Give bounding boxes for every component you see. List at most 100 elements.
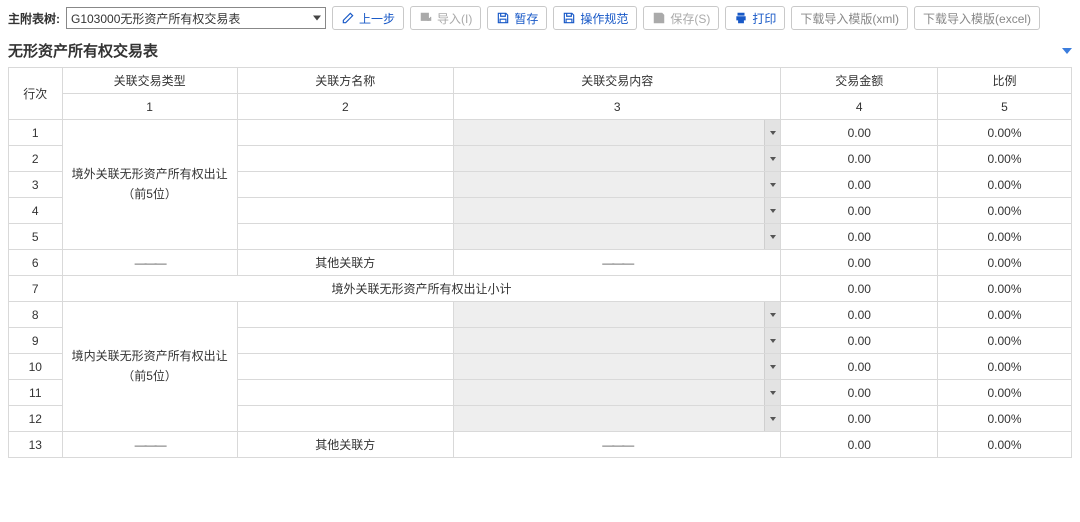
party-cell[interactable] [237, 406, 453, 432]
amount-cell[interactable]: 0.00 [781, 250, 938, 276]
ratio-cell[interactable]: 0.00% [938, 354, 1072, 380]
col-row: 行次 [9, 68, 63, 120]
group-line2: （前5位） [122, 369, 177, 383]
party-cell[interactable] [237, 198, 453, 224]
temp-save-button[interactable]: 暂存 [487, 6, 547, 30]
section-header: 无形资产所有权交易表 [8, 40, 1072, 61]
download-xml-label: 下载导入模版(xml) [800, 10, 899, 27]
content-dropdown[interactable] [453, 302, 781, 328]
content-dropdown[interactable] [453, 328, 781, 354]
ratio-cell[interactable]: 0.00% [938, 432, 1072, 458]
ratio-cell[interactable]: 0.00% [938, 172, 1072, 198]
header-row-1: 行次 关联交易类型 关联方名称 关联交易内容 交易金额 比例 [9, 68, 1072, 94]
header-row-2: 1 2 3 4 5 [9, 94, 1072, 120]
toolbar-label: 主附表树: [8, 10, 60, 27]
row-index: 8 [9, 302, 63, 328]
amount-cell[interactable]: 0.00 [781, 328, 938, 354]
amount-cell[interactable]: 0.00 [781, 224, 938, 250]
table-row: 6 ——— 其他关联方 ——— 0.00 0.00% [9, 250, 1072, 276]
save-icon [562, 11, 576, 25]
prev-step-label: 上一步 [359, 10, 395, 27]
other-party-cell: 其他关联方 [237, 250, 453, 276]
group-outbound: 境外关联无形资产所有权出让 （前5位） [62, 120, 237, 250]
group-line1: 境外关联无形资产所有权出让 [72, 167, 228, 181]
temp-save-label: 暂存 [514, 10, 538, 27]
group-line1: 境内关联无形资产所有权出让 [72, 349, 228, 363]
col-content: 关联交易内容 [453, 68, 781, 94]
ratio-cell[interactable]: 0.00% [938, 380, 1072, 406]
col-party: 关联方名称 [237, 68, 453, 94]
amount-cell[interactable]: 0.00 [781, 120, 938, 146]
content-dropdown[interactable] [453, 354, 781, 380]
ratio-cell[interactable]: 0.00% [938, 250, 1072, 276]
row-index: 1 [9, 120, 63, 146]
form-tree-select[interactable]: G103000无形资产所有权交易表 [66, 7, 326, 29]
row-index: 3 [9, 172, 63, 198]
party-cell[interactable] [237, 120, 453, 146]
col-type: 关联交易类型 [62, 68, 237, 94]
dash-cell: ——— [62, 432, 237, 458]
party-cell[interactable] [237, 172, 453, 198]
amount-cell[interactable]: 0.00 [781, 406, 938, 432]
ratio-cell[interactable]: 0.00% [938, 302, 1072, 328]
chevron-down-icon [764, 172, 780, 197]
prev-step-button[interactable]: 上一步 [332, 6, 404, 30]
col-index-4: 4 [781, 94, 938, 120]
guideline-button[interactable]: 操作规范 [553, 6, 637, 30]
col-index-1: 1 [62, 94, 237, 120]
amount-cell: 0.00 [781, 276, 938, 302]
page-title: 无形资产所有权交易表 [8, 40, 158, 61]
row-index: 12 [9, 406, 63, 432]
row-index: 4 [9, 198, 63, 224]
content-dropdown[interactable] [453, 146, 781, 172]
print-button[interactable]: 打印 [725, 6, 785, 30]
download-xml-button[interactable]: 下载导入模版(xml) [791, 6, 908, 30]
content-dropdown[interactable] [453, 198, 781, 224]
table-row: 8 境内关联无形资产所有权出让 （前5位） 0.00 0.00% [9, 302, 1072, 328]
subtotal-cell: 境外关联无形资产所有权出让小计 [62, 276, 781, 302]
data-table: 行次 关联交易类型 关联方名称 关联交易内容 交易金额 比例 1 2 3 4 5… [8, 67, 1072, 458]
chevron-down-icon [764, 146, 780, 171]
amount-cell[interactable]: 0.00 [781, 146, 938, 172]
row-index: 11 [9, 380, 63, 406]
amount-cell[interactable]: 0.00 [781, 198, 938, 224]
edit-icon [341, 11, 355, 25]
ratio-cell[interactable]: 0.00% [938, 328, 1072, 354]
print-label: 打印 [752, 10, 776, 27]
import-button[interactable]: 导入(I) [410, 6, 481, 30]
collapse-icon[interactable] [1062, 48, 1072, 54]
party-cell[interactable] [237, 354, 453, 380]
chevron-down-icon [764, 328, 780, 353]
ratio-cell: 0.00% [938, 276, 1072, 302]
toolbar: 主附表树: G103000无形资产所有权交易表 上一步 导入(I) 暂存 操作规… [8, 6, 1072, 30]
amount-cell[interactable]: 0.00 [781, 380, 938, 406]
import-icon [419, 11, 433, 25]
amount-cell[interactable]: 0.00 [781, 302, 938, 328]
ratio-cell[interactable]: 0.00% [938, 224, 1072, 250]
download-excel-button[interactable]: 下载导入模版(excel) [914, 6, 1040, 30]
save-button[interactable]: 保存(S) [643, 6, 719, 30]
amount-cell[interactable]: 0.00 [781, 172, 938, 198]
import-label: 导入(I) [437, 10, 472, 27]
content-dropdown[interactable] [453, 224, 781, 250]
chevron-down-icon [764, 302, 780, 327]
col-index-2: 2 [237, 94, 453, 120]
content-dropdown[interactable] [453, 380, 781, 406]
ratio-cell[interactable]: 0.00% [938, 146, 1072, 172]
ratio-cell[interactable]: 0.00% [938, 406, 1072, 432]
ratio-cell[interactable]: 0.00% [938, 120, 1072, 146]
party-cell[interactable] [237, 224, 453, 250]
ratio-cell[interactable]: 0.00% [938, 198, 1072, 224]
party-cell[interactable] [237, 302, 453, 328]
amount-cell[interactable]: 0.00 [781, 432, 938, 458]
party-cell[interactable] [237, 328, 453, 354]
party-cell[interactable] [237, 380, 453, 406]
save-label: 保存(S) [670, 10, 710, 27]
content-dropdown[interactable] [453, 120, 781, 146]
content-dropdown[interactable] [453, 406, 781, 432]
content-dropdown[interactable] [453, 172, 781, 198]
party-cell[interactable] [237, 146, 453, 172]
amount-cell[interactable]: 0.00 [781, 354, 938, 380]
row-index: 10 [9, 354, 63, 380]
dash-cell: ——— [62, 250, 237, 276]
